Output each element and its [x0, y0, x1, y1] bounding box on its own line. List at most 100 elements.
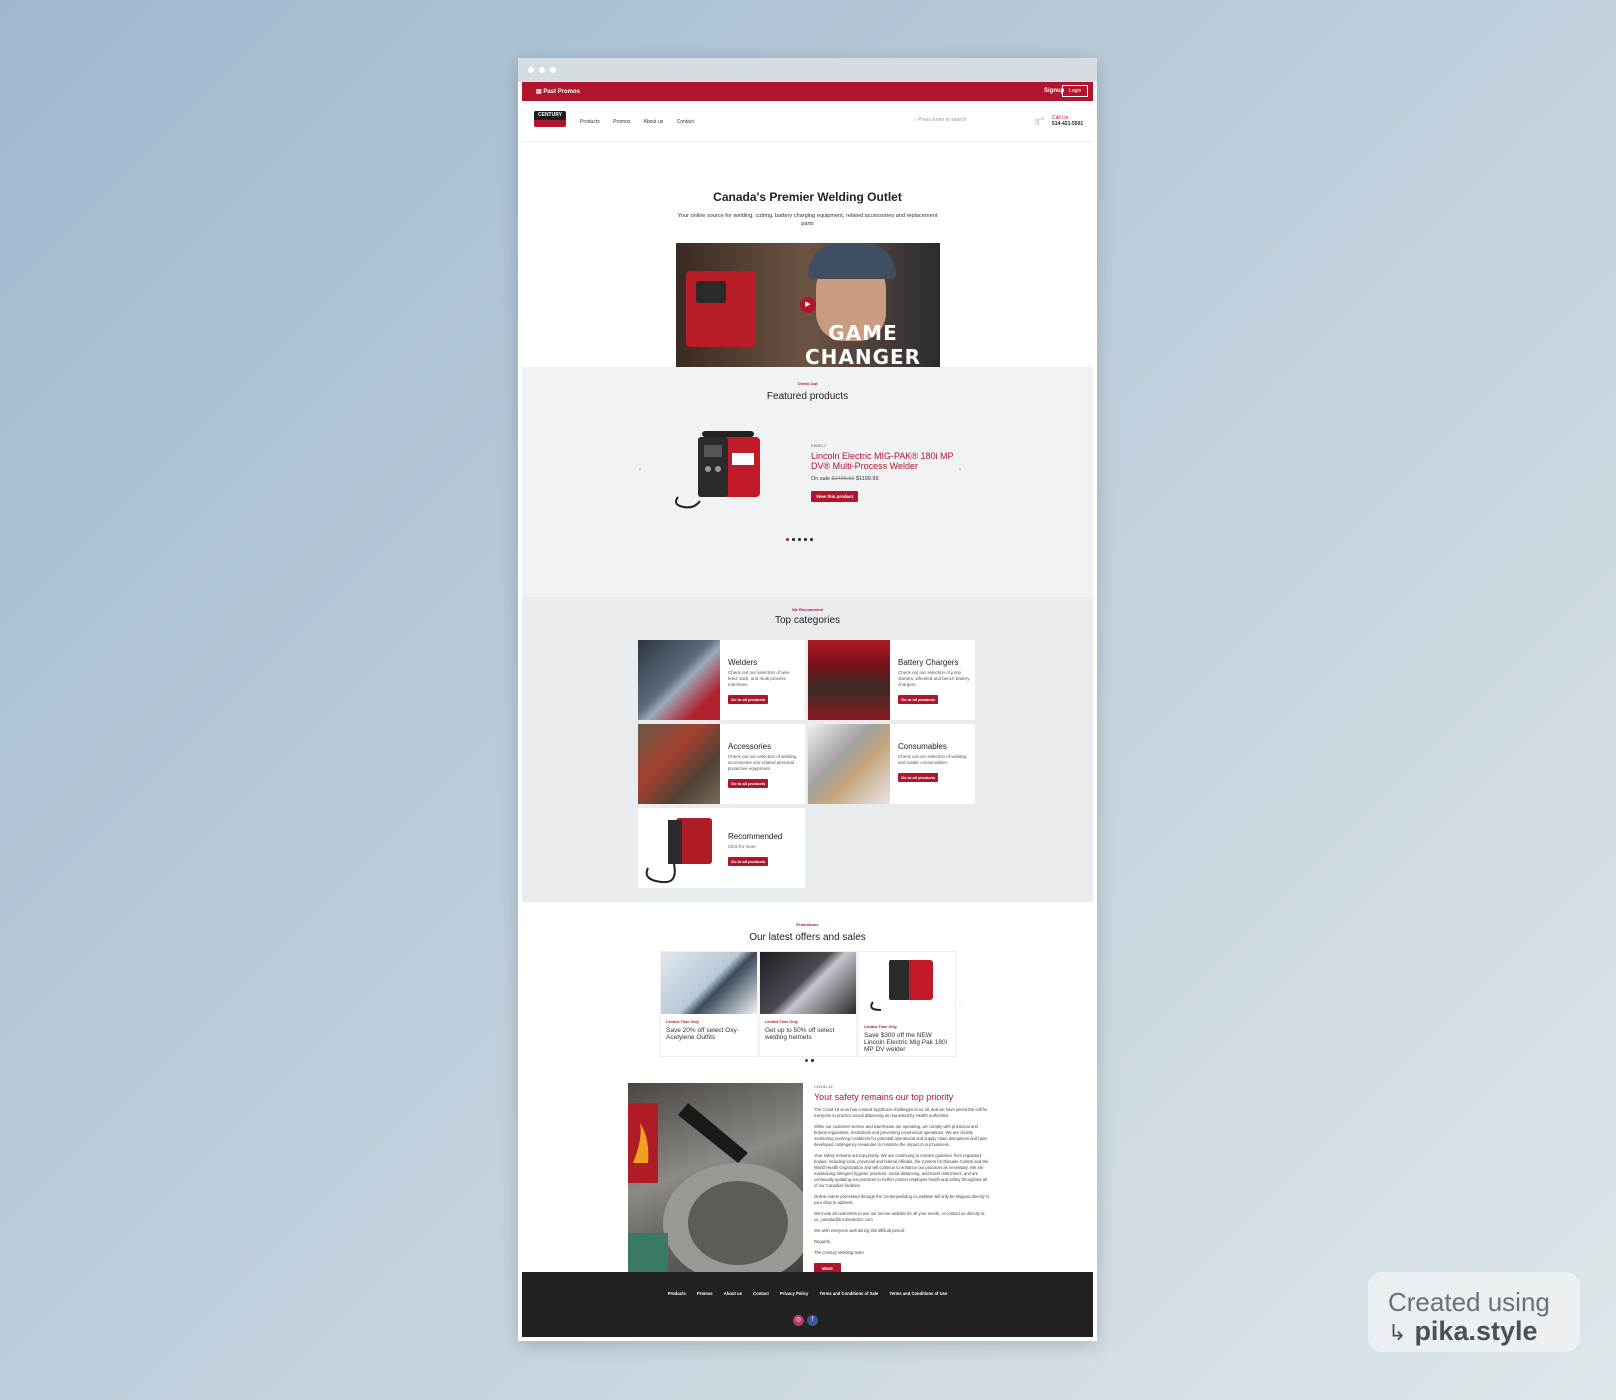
category-title: Recommended [728, 832, 783, 841]
hero-video[interactable]: ▶ GAME CHANGER [676, 243, 940, 367]
offers-eyebrow: Promotions [796, 922, 819, 927]
carousel-next-icon[interactable]: › [959, 467, 961, 473]
hero-subtitle: Your online source for welding, cutting,… [677, 213, 938, 227]
footer-link-terms-sale[interactable]: Terms and Conditions of Sale [819, 1291, 878, 1296]
product-name[interactable]: Lincoln Electric MIG-PAK® 180i MP DV® Mu… [811, 451, 961, 471]
window-dot [528, 67, 534, 73]
offers-dot[interactable] [805, 1059, 808, 1062]
carousel-dot[interactable] [786, 538, 789, 541]
category-text: Welders Check out our selection of wire … [728, 658, 800, 706]
categories-title: Top categories [774, 615, 841, 626]
search-input[interactable]: ⌕ Press Enter to search [914, 117, 966, 123]
category-text: Accessories Check out our selection of w… [728, 742, 800, 790]
carousel-dot[interactable] [792, 538, 795, 541]
badge-brand: pika.style [1414, 1316, 1538, 1346]
pika-badge: Created using ↳ pika.style [1368, 1272, 1580, 1352]
login-button[interactable]: Login [1062, 85, 1089, 97]
safety-paragraph: We wish everyone well during this diffic… [814, 1228, 906, 1233]
category-text: Recommended Click for more Go to all pro… [728, 832, 800, 868]
logo-text: CENTURY [534, 111, 566, 120]
go-to-products-button[interactable]: Go to all products [898, 773, 939, 782]
safety-paragraph: We invite all customers to use our secur… [814, 1211, 985, 1222]
safety-paragraph: While our customer service and warehouse… [814, 1124, 988, 1147]
accessories-image [638, 724, 720, 804]
video-person-cap [808, 243, 896, 279]
category-card-recommended[interactable]: Recommended Click for more Go to all pro… [638, 808, 805, 888]
category-desc: Check out our selection of welding acces… [728, 754, 797, 771]
footer-link-products[interactable]: Products [668, 1291, 686, 1296]
offers-dot[interactable] [811, 1059, 814, 1062]
footer-link-about[interactable]: About us [724, 1291, 742, 1296]
footer-link-privacy[interactable]: Privacy Policy [780, 1291, 808, 1296]
featured-eyebrow: Check Out [797, 381, 818, 386]
search-placeholder: Press Enter to search [918, 117, 967, 123]
nav-products[interactable]: Products [580, 119, 600, 125]
century-logo[interactable]: CENTURY [534, 111, 566, 127]
category-card-battery-chargers[interactable]: Battery Chargers Check out our selection… [808, 640, 975, 720]
go-to-products-button[interactable]: Go to all products [728, 695, 769, 704]
safety-paragraph: Regards, [814, 1239, 831, 1244]
nav-promos[interactable]: Promos [613, 119, 630, 125]
offer-image [859, 952, 955, 1014]
carousel-prev-icon[interactable]: ‹ [639, 467, 641, 473]
featured-product-info: K5280-1 Lincoln Electric MIG-PAK® 180i M… [811, 443, 961, 503]
offer-title: Get up to 50% off select welding helmets [765, 1027, 835, 1041]
welder-product-image [675, 431, 760, 509]
category-desc: Click for more [728, 844, 756, 849]
return-arrow-icon: ↳ [1388, 1320, 1407, 1345]
main-nav: CENTURY Products Promos About us Contact… [522, 101, 1093, 142]
offer-card[interactable]: Limited Time Only Save $300 off the NEW … [858, 951, 956, 1057]
go-to-products-button[interactable]: Go to all products [898, 695, 939, 704]
hero-title: Canada's Premier Welding Outlet [713, 190, 902, 204]
offer-tag: Limited Time Only [765, 1020, 798, 1024]
past-promos-link[interactable]: ▤ Past Promos [536, 88, 580, 95]
instagram-icon[interactable]: ◎ [793, 1315, 804, 1326]
view-product-button[interactable]: View this product [811, 491, 859, 502]
carousel-dot[interactable] [810, 538, 813, 541]
nav-links: Products Promos About us Contact [580, 119, 706, 125]
category-card-welders[interactable]: Welders Check out our selection of wire … [638, 640, 805, 720]
offer-image [760, 952, 856, 1014]
go-to-products-button[interactable]: Go to all products [728, 779, 769, 788]
category-title: Welders [728, 658, 758, 667]
window-dot [550, 67, 556, 73]
carousel-dot[interactable] [804, 538, 807, 541]
category-title: Accessories [728, 742, 772, 751]
phone-contact[interactable]: Call Us 514-421-5501 [1052, 115, 1083, 127]
nav-contact[interactable]: Contact [677, 119, 694, 125]
play-icon[interactable]: ▶ [800, 297, 816, 313]
badge-line2: ↳ pika.style [1388, 1316, 1538, 1347]
go-to-products-button[interactable]: Go to all products [728, 857, 769, 866]
facebook-icon[interactable]: f [807, 1315, 818, 1326]
category-card-accessories[interactable]: Accessories Check out our selection of w… [638, 724, 805, 804]
battery-chargers-image [808, 640, 890, 720]
category-card-consumables[interactable]: Consumables Check out our selection of w… [808, 724, 975, 804]
safety-image [628, 1083, 803, 1297]
footer-link-contact[interactable]: Contact [753, 1291, 769, 1296]
footer-links: Products Promos About us Contact Privacy… [522, 1291, 1093, 1296]
category-title: Battery Chargers [898, 658, 959, 667]
footer-link-terms-use[interactable]: Terms and Conditions of Use [889, 1291, 947, 1296]
safety-text: COVID-19 Your safety remains our top pri… [814, 1084, 990, 1275]
old-price: $1499.99 [831, 476, 855, 482]
offer-card[interactable]: Limited Time Only Get up to 50% off sele… [759, 951, 857, 1057]
consumables-image [808, 724, 890, 804]
footer-link-promos[interactable]: Promos [697, 1291, 713, 1296]
offer-card[interactable]: Limited Time Only Save 20% off select Ox… [660, 951, 758, 1057]
offer-title: Save 20% off select Oxy-Acetylene Outfit… [666, 1027, 739, 1041]
nav-about[interactable]: About us [643, 119, 663, 125]
window-chrome [518, 58, 1097, 82]
offers-next-icon[interactable]: › [959, 1000, 961, 1006]
product-sku: K5280-1 [811, 443, 827, 448]
featured-title: Featured products [766, 391, 849, 402]
search-icon: ⌕ [914, 117, 917, 123]
cart-button[interactable]: 🛒0 [1034, 116, 1044, 125]
category-desc: Check out our selection of wire feed, st… [728, 670, 790, 687]
category-title: Consumables [898, 742, 947, 751]
social-links: ◎ f [793, 1308, 821, 1326]
video-welder-panel [696, 281, 726, 303]
carousel-dots [786, 538, 816, 541]
offer-image [661, 952, 757, 1014]
carousel-dot[interactable] [798, 538, 801, 541]
hero-section: Canada's Premier Welding Outlet Your onl… [522, 142, 1093, 367]
